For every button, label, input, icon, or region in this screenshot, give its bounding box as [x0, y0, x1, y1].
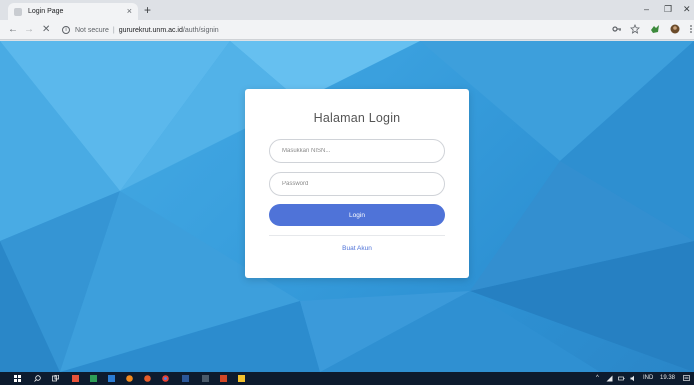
divider: [269, 235, 445, 236]
forward-button[interactable]: →: [24, 23, 34, 37]
tray-chevron-icon[interactable]: ^: [596, 374, 599, 383]
chrome-icon[interactable]: [162, 375, 169, 382]
app-icon-red[interactable]: [72, 375, 79, 382]
minimize-button[interactable]: –: [644, 2, 649, 16]
language-indicator[interactable]: IND: [643, 374, 653, 383]
address-bar[interactable]: i Not secure | gururekrut.unm.ac.id /aut…: [62, 23, 219, 37]
clock-time[interactable]: 19.38: [660, 374, 675, 383]
tab-login-page[interactable]: Login Page ×: [8, 3, 138, 20]
star-icon[interactable]: [630, 24, 640, 34]
page-favicon-icon: [14, 7, 22, 16]
key-icon[interactable]: [612, 24, 622, 34]
windows-taskbar: ^ IND 19.38: [0, 372, 694, 385]
notification-icon[interactable]: [683, 375, 690, 382]
tab-title: Login Page: [28, 8, 64, 15]
nisn-input[interactable]: [269, 139, 445, 163]
url-path: /auth/signin: [182, 26, 219, 34]
page-viewport: Halaman Login Login Buat Akun: [0, 41, 694, 372]
windows-start-icon[interactable]: [14, 375, 21, 382]
restore-button[interactable]: ❐: [664, 2, 672, 16]
app-icon-orange[interactable]: [126, 375, 133, 382]
task-view-icon[interactable]: [52, 375, 59, 382]
tab-close-icon[interactable]: ×: [127, 7, 132, 16]
profile-avatar[interactable]: [670, 24, 680, 34]
battery-icon[interactable]: [618, 375, 625, 382]
app-icon-blue[interactable]: [108, 375, 115, 382]
login-card: Halaman Login Login Buat Akun: [245, 89, 469, 278]
security-status: Not secure: [75, 26, 109, 34]
password-input[interactable]: [269, 172, 445, 196]
page-title: Halaman Login: [313, 111, 401, 125]
new-tab-button[interactable]: +: [144, 3, 151, 17]
search-icon[interactable]: [34, 375, 41, 382]
app-icon-grid[interactable]: [202, 375, 209, 382]
url-host: gururekrut.unm.ac.id: [118, 26, 183, 34]
network-icon[interactable]: [606, 375, 613, 382]
volume-icon[interactable]: [630, 375, 637, 382]
browser-toolbar: ← → ✕ i Not secure | gururekrut.unm.ac.i…: [0, 20, 694, 40]
menu-icon[interactable]: [686, 24, 694, 34]
app-icon-firefox[interactable]: [144, 375, 151, 382]
info-icon[interactable]: i: [62, 26, 70, 34]
close-window-button[interactable]: ✕: [683, 2, 691, 16]
app-icon-yellow[interactable]: [238, 375, 245, 382]
stop-reload-button[interactable]: ✕: [42, 23, 50, 37]
url-separator: |: [112, 26, 115, 34]
app-icon-green[interactable]: [90, 375, 97, 382]
back-button[interactable]: ←: [8, 23, 18, 37]
create-account-link[interactable]: Buat Akun: [245, 245, 469, 252]
extension-icon[interactable]: [650, 24, 660, 34]
app-icon-word[interactable]: [182, 375, 189, 382]
tab-strip: Login Page × + – ❐ ✕: [0, 0, 694, 20]
login-button[interactable]: Login: [269, 204, 445, 226]
app-icon-powerpoint[interactable]: [220, 375, 227, 382]
